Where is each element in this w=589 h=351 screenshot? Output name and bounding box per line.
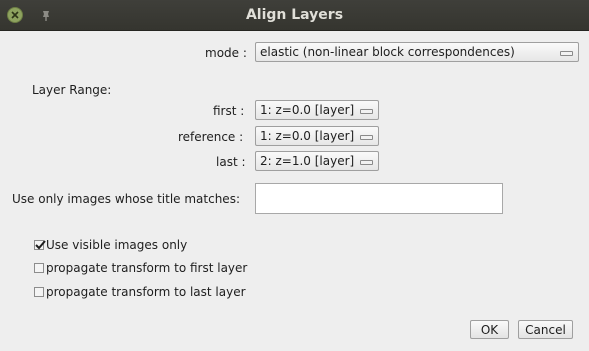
checkbox-box[interactable] [34, 287, 44, 297]
reference-layer-value: 1: z=0.0 [layer] [260, 129, 355, 143]
reference-layer-dropdown[interactable]: 1: z=0.0 [layer] [255, 126, 379, 146]
checkbox-box[interactable] [34, 240, 46, 250]
checkbox-label: Use visible images only [46, 238, 188, 252]
ok-button[interactable]: OK [470, 320, 509, 339]
dropdown-arrow-icon [360, 160, 373, 165]
checkbox-label: propagate transform to first layer [46, 261, 248, 275]
checkbox-label: propagate transform to last layer [46, 285, 246, 299]
align-layers-dialog: Align Layers mode : elastic (non-linear … [0, 0, 589, 351]
dropdown-arrow-icon [360, 109, 373, 114]
title-filter-label: Use only images whose title matches: [12, 192, 240, 206]
cancel-button[interactable]: Cancel [518, 320, 573, 339]
checkmark-icon [35, 240, 46, 250]
mode-value: elastic (non-linear block correspondence… [260, 45, 515, 59]
title-bar: Align Layers [0, 0, 589, 31]
layer-range-heading: Layer Range: [32, 83, 112, 97]
reference-label: reference : [178, 130, 244, 144]
first-layer-dropdown[interactable]: 1: z=0.0 [layer] [255, 100, 379, 120]
last-layer-value: 2: z=1.0 [layer] [260, 154, 355, 168]
window-title: Align Layers [245, 7, 344, 23]
checkbox-box[interactable] [34, 263, 44, 273]
first-layer-value: 1: z=0.0 [layer] [260, 103, 355, 117]
title-filter-input[interactable] [255, 183, 503, 214]
mode-dropdown[interactable]: elastic (non-linear block correspondence… [255, 42, 579, 62]
dropdown-arrow-icon [560, 51, 573, 56]
last-label: last : [216, 155, 246, 169]
last-layer-dropdown[interactable]: 2: z=1.0 [layer] [255, 151, 379, 171]
first-label: first : [213, 104, 245, 118]
dropdown-arrow-icon [360, 135, 373, 140]
mode-label: mode : [205, 46, 247, 60]
